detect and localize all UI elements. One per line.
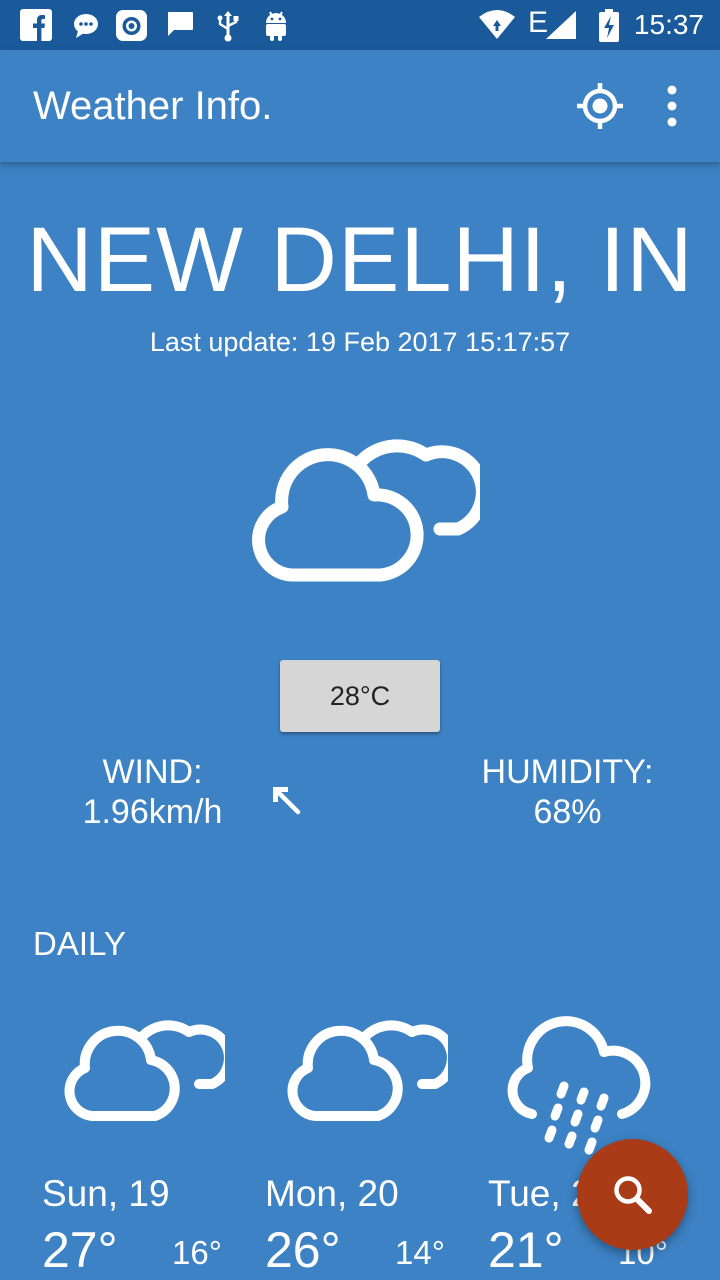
app-title: Weather Info. [33, 84, 273, 128]
status-time: 15:37 [633, 9, 704, 40]
wifi-icon [479, 10, 515, 39]
day-name: Mon, 20 [265, 1173, 399, 1214]
facebook-icon [20, 9, 52, 41]
arrow-up-left-icon [273, 787, 301, 815]
day-low-temp: 14° [395, 1234, 445, 1271]
search-icon [613, 1175, 652, 1214]
day-name: Sun, 19 [42, 1173, 170, 1214]
daily-label: DAILY [33, 925, 126, 962]
status-bar: E 15:37 [0, 0, 720, 50]
app-bar: Weather Info. [0, 50, 720, 162]
chat-icon [74, 14, 98, 38]
cloudy-icon [64, 1020, 225, 1121]
humidity-label: HUMIDITY: [481, 753, 654, 791]
day-high-temp: 27° [42, 1222, 118, 1278]
cloudy-icon [287, 1020, 448, 1121]
humidity-value: 68% [533, 793, 602, 831]
city-name: NEW DELHI, IN [26, 209, 694, 311]
wind-block: WIND: 1.96km/h [60, 752, 245, 832]
more-vert-icon [667, 85, 677, 127]
search-fab[interactable] [577, 1139, 688, 1250]
usb-icon [217, 11, 239, 42]
day-low-temp: 16° [172, 1234, 222, 1271]
location-button[interactable] [572, 78, 628, 134]
day-name: Tue, 2 [488, 1173, 592, 1214]
wind-value: 1.96km/h [82, 793, 223, 831]
battery-charging-icon [599, 9, 619, 42]
wind-label: WIND: [102, 753, 203, 791]
location-target-icon [577, 83, 623, 129]
humidity-block: HUMIDITY: 68% [470, 752, 665, 832]
camera-icon [116, 10, 147, 41]
temperature-button[interactable]: 28°C [280, 660, 440, 732]
day-high-temp: 21° [488, 1222, 564, 1278]
android-icon [266, 11, 286, 41]
message-icon [168, 12, 193, 36]
day-high-temp: 26° [265, 1222, 341, 1278]
overflow-menu-button[interactable] [650, 78, 694, 134]
signal-icon [546, 11, 576, 39]
cloudy-icon [252, 439, 480, 582]
last-update: Last update: 19 Feb 2017 15:17:57 [149, 327, 571, 357]
